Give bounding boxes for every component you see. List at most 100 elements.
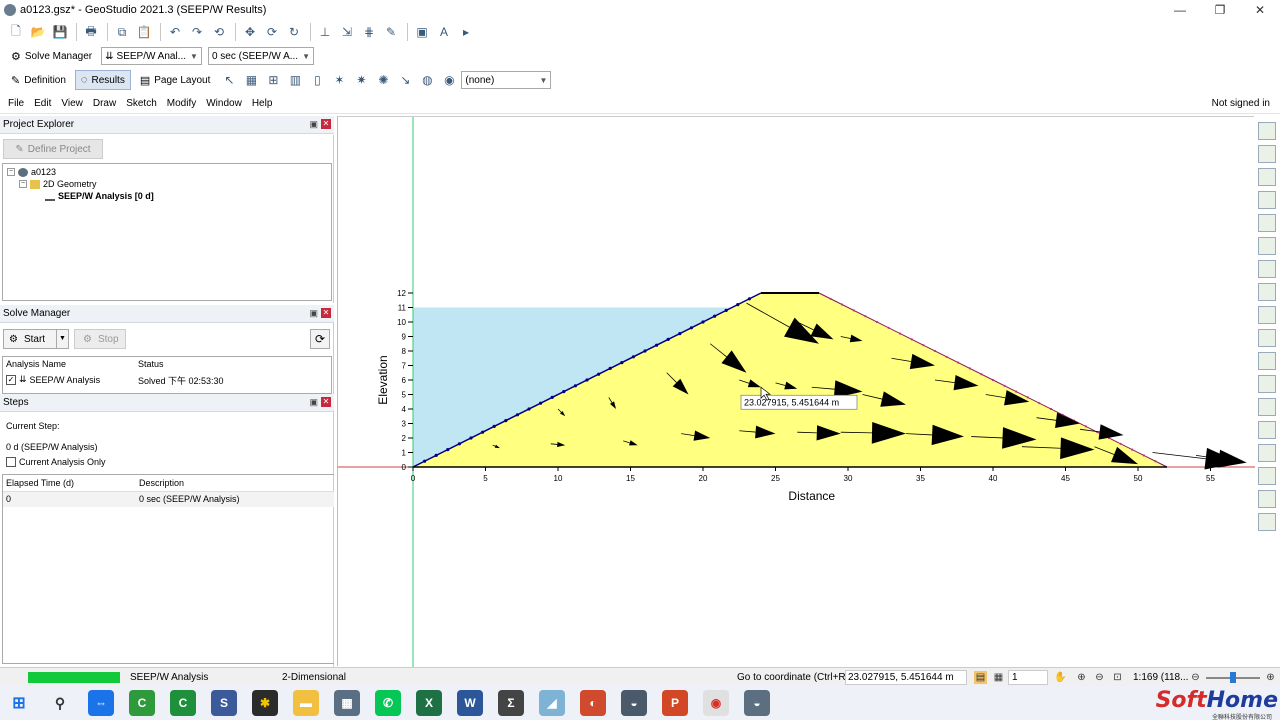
draw-grid-icon[interactable] [1258,214,1276,232]
refresh-view-icon[interactable]: ⟲ [209,22,229,42]
rotate-icon[interactable]: ⟳ [262,22,282,42]
table-row[interactable]: ✓ ⇊ SEEP/W Analysis [6,374,100,385]
draw-flow-icon[interactable] [1258,398,1276,416]
goto-coordinate-input[interactable]: 23.027915, 5.451644 m [845,670,967,685]
solve-manager-button[interactable]: ⚙ Solve Manager [6,46,97,66]
current-analysis-only-checkbox[interactable]: Current Analysis Only [6,457,106,467]
collapse-icon[interactable]: − [7,168,15,176]
excel-icon[interactable]: X [416,690,442,716]
grid-icon[interactable]: ⋕ [359,22,379,42]
checkbox-unchecked-icon[interactable] [6,457,16,467]
flux-icon[interactable]: ✷ [351,70,371,90]
results-button[interactable]: ◌ Results [74,70,131,90]
draw-material-icon[interactable] [1258,444,1276,462]
undo-icon[interactable]: ↶ [165,22,185,42]
teamviewer-icon[interactable]: ⇔ [88,690,114,716]
draw-lines-icon[interactable] [1258,306,1276,324]
windows-start-icon[interactable]: ⊞ [6,690,32,716]
draw-contours-icon[interactable] [1258,122,1276,140]
draw-wave-icon[interactable] [1258,421,1276,439]
globe-icon[interactable]: ◍ [417,70,437,90]
table-row[interactable]: 0 0 sec (SEEP/W Analysis) [3,492,334,507]
close-icon[interactable]: ✕ [321,308,331,318]
menu-view[interactable]: View [61,98,83,109]
zoom-plus-icon[interactable]: ⊕ [1264,671,1277,684]
pin-icon[interactable]: ▣ [309,119,318,130]
menu-draw[interactable]: Draw [93,98,116,109]
sketchup-icon[interactable]: S [211,690,237,716]
geostudio-task-icon[interactable]: ◒ [621,690,647,716]
powerpoint-icon[interactable]: P [662,690,688,716]
vector-icon[interactable]: ↘ [395,70,415,90]
pin-icon[interactable]: ▣ [309,308,318,319]
signin-status[interactable]: Not signed in [1212,98,1270,109]
new-file-icon[interactable]: 🗋 [6,22,26,42]
color-icon[interactable]: ◉ [439,70,459,90]
checkbox-checked-icon[interactable]: ✓ [6,374,16,385]
layout-icon[interactable]: ▤ [974,671,987,684]
save-icon[interactable]: 💾 [50,22,70,42]
draw-boundary-icon[interactable] [1258,260,1276,278]
definition-button[interactable]: ✎ Definition [6,70,71,90]
line-app-icon[interactable]: ✆ [375,690,401,716]
drawing-app-icon[interactable]: ◢ [539,690,565,716]
draw-table-icon[interactable] [1258,237,1276,255]
chrome-icon[interactable]: ◉ [703,690,729,716]
browser-app-icon[interactable]: ◐ [580,690,606,716]
chevron-down-icon[interactable]: ▼ [56,330,68,348]
menu-window[interactable]: Window [206,98,242,109]
sketch-icon[interactable]: ✎ [381,22,401,42]
select-cursor-icon[interactable]: ↖ [219,70,239,90]
time-step-combo[interactable]: 0 sec (SEEP/W A... ▼ [207,47,314,65]
search-icon[interactable]: ⚲ [47,690,73,716]
menu-help[interactable]: Help [252,98,273,109]
geostudio-active-icon[interactable]: ◒ [744,690,770,716]
analysis-combo[interactable]: ⇊ SEEP/W Anal... ▼ [101,47,202,65]
contour-icon[interactable]: ▦ [241,70,261,90]
pin-icon[interactable]: ▣ [309,397,318,408]
zoom-slider-handle[interactable] [1230,672,1236,683]
camtasia-recorder-icon[interactable]: C [170,690,196,716]
word-icon[interactable]: W [457,690,483,716]
menu-modify[interactable]: Modify [167,98,196,109]
axes-icon[interactable]: ⊥ [315,22,335,42]
picture-icon[interactable]: ▣ [412,22,432,42]
draw-arrows-icon[interactable] [1258,375,1276,393]
pages-icon[interactable]: ▦ [992,671,1005,684]
formula-app-icon[interactable]: Σ [498,690,524,716]
draw-nodes-icon[interactable] [1258,283,1276,301]
tree-node-geometry[interactable]: − 2D Geometry [19,179,97,189]
utility-app-icon[interactable]: ✱ [252,690,278,716]
page-layout-button[interactable]: ▤ Page Layout [135,70,216,90]
view-mesh-icon[interactable]: ⊞ [263,70,283,90]
table-icon[interactable]: ▥ [285,70,305,90]
pan-icon[interactable]: ✥ [240,22,260,42]
zoom-in-icon[interactable]: ⊕ [1075,671,1088,684]
draw-mesh-icon[interactable] [1258,145,1276,163]
restore-icon[interactable]: ❐ [1200,0,1240,20]
start-button[interactable]: ⚙ Start ▼ [3,329,69,349]
minimize-icon[interactable]: — [1160,0,1200,20]
page-number-input[interactable]: 1 [1008,670,1048,685]
tree-node-analysis[interactable]: SEEP/W Analysis [0 d] [45,191,154,201]
zoom-minus-icon[interactable]: ⊖ [1189,671,1202,684]
draw-graph-icon[interactable] [1258,329,1276,347]
rotate-z-icon[interactable]: ↻ [284,22,304,42]
menu-sketch[interactable]: Sketch [126,98,157,109]
close-icon[interactable]: ✕ [321,119,331,129]
scale-icon[interactable]: ⇲ [337,22,357,42]
draw-axes-icon[interactable] [1258,490,1276,508]
zoom-out-icon[interactable]: ⊖ [1093,671,1106,684]
define-project-button[interactable]: ✎ Define Project [3,139,103,159]
film-icon[interactable]: ▯ [307,70,327,90]
print-icon[interactable]: 🖶 [81,22,101,42]
draw-picture-icon[interactable] [1258,513,1276,531]
open-folder-icon[interactable]: 📂 [28,22,48,42]
results-display-combo[interactable]: (none) ▼ [461,71,552,89]
camtasia-icon[interactable]: C [129,690,155,716]
redo-icon[interactable]: ↷ [187,22,207,42]
calculator-icon[interactable]: ▦ [334,690,360,716]
menu-edit[interactable]: Edit [34,98,51,109]
tree-node-root[interactable]: − a0123 [7,167,56,177]
graph-icon[interactable]: ✶ [329,70,349,90]
